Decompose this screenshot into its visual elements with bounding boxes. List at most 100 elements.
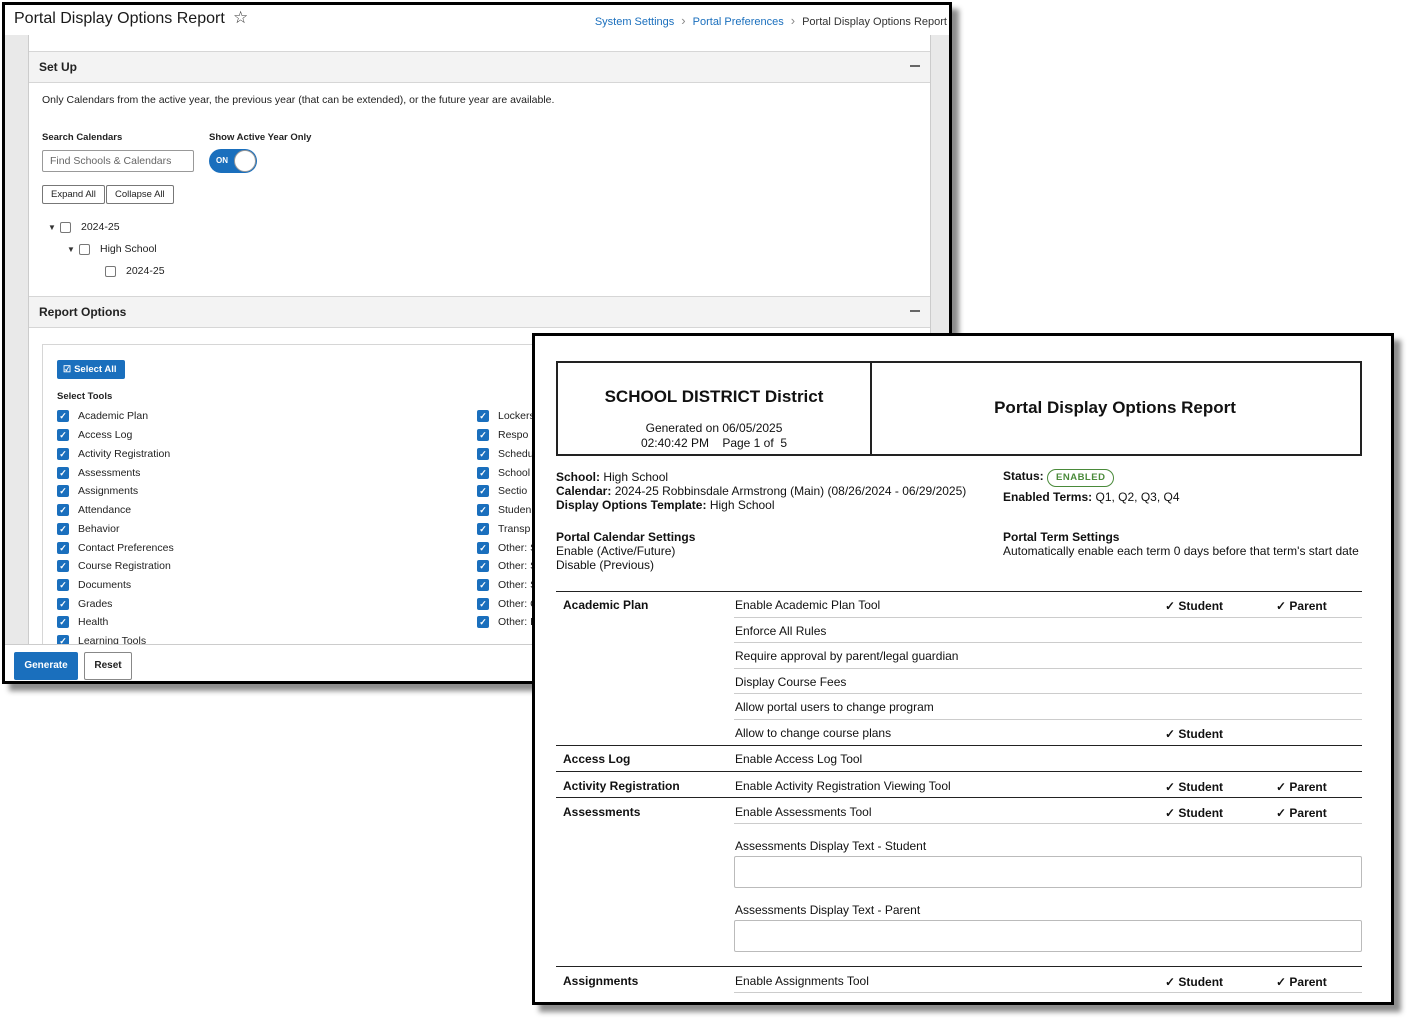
checked-checkbox-icon[interactable]: ✓	[57, 523, 69, 535]
search-calendars-input[interactable]: Find Schools & Calendars	[42, 150, 194, 172]
tool-option[interactable]: ✓ Behavior	[57, 523, 119, 535]
template-info: Display Options Template: High School	[556, 498, 775, 512]
calendar-settings-title: Portal Calendar Settings	[556, 530, 696, 544]
generate-button[interactable]: Generate	[14, 652, 78, 680]
student-check: ✓ Student	[1165, 727, 1224, 741]
checked-checkbox-icon[interactable]: ✓	[477, 485, 489, 497]
checked-checkbox-icon[interactable]: ✓	[477, 504, 489, 516]
active-year-toggle[interactable]: ON	[209, 149, 257, 173]
term-settings-title: Portal Term Settings	[1003, 530, 1120, 544]
checked-checkbox-icon[interactable]: ✓	[57, 598, 69, 610]
caret-down-icon[interactable]: ▼	[67, 245, 79, 254]
caret-down-icon[interactable]: ▼	[48, 223, 60, 232]
expand-all-button[interactable]: Expand All	[42, 185, 105, 204]
checked-checkbox-icon[interactable]: ✓	[477, 542, 489, 554]
checked-checkbox-icon[interactable]: ✓	[57, 560, 69, 572]
tool-option[interactable]: ✓ Respo	[477, 429, 528, 441]
section-divider	[556, 771, 1362, 772]
report-header: SCHOOL DISTRICT District Generated on 06…	[556, 361, 1362, 456]
checked-checkbox-icon[interactable]: ✓	[57, 616, 69, 628]
select-tools-label: Select Tools	[57, 391, 113, 402]
checked-checkbox-icon[interactable]: ✓	[57, 504, 69, 516]
checked-checkbox-icon[interactable]: ✓	[477, 579, 489, 591]
checked-checkbox-icon[interactable]: ✓	[477, 560, 489, 572]
tool-option[interactable]: ✓ Health	[57, 616, 108, 628]
checked-checkbox-icon[interactable]: ✓	[57, 542, 69, 554]
collapse-minus-icon[interactable]	[910, 65, 920, 67]
checked-checkbox-icon[interactable]: ✓	[57, 579, 69, 591]
checked-checkbox-icon[interactable]: ✓	[57, 485, 69, 497]
tool-option[interactable]: ✓ Academic Plan	[57, 410, 148, 422]
checked-checkbox-icon[interactable]: ✓	[57, 448, 69, 460]
favorite-star-icon[interactable]: ☆	[233, 8, 248, 28]
breadcrumb-current: Portal Display Options Report	[802, 16, 947, 28]
checked-checkbox-icon[interactable]: ✓	[477, 523, 489, 535]
tool-option[interactable]: ✓ Documents	[57, 579, 131, 591]
tree-node-school[interactable]: ▼ High School	[67, 243, 157, 255]
option-row: Enforce All Rules	[735, 624, 827, 638]
report-title: Portal Display Options Report	[994, 398, 1236, 417]
tool-option[interactable]: ✓ School	[477, 467, 530, 479]
select-all-button[interactable]: ☑ Select All	[57, 360, 125, 379]
tree-label: High School	[100, 243, 157, 255]
checked-checkbox-icon[interactable]: ✓	[477, 616, 489, 628]
tool-option[interactable]: ✓ Contact Preferences	[57, 542, 174, 554]
tool-option[interactable]: ✓ Other: E	[477, 616, 537, 628]
tool-option[interactable]: ✓ Activity Registration	[57, 448, 170, 460]
district-name: SCHOOL DISTRICT District	[604, 387, 824, 406]
tree-node-year[interactable]: ▼ 2024-25	[48, 221, 120, 233]
tool-option[interactable]: ✓ Other: C	[477, 598, 538, 610]
tool-option[interactable]: ✓ Access Log	[57, 429, 132, 441]
section-divider	[556, 745, 1362, 746]
reset-button[interactable]: Reset	[84, 652, 132, 680]
checked-checkbox-icon[interactable]: ✓	[57, 429, 69, 441]
tool-option[interactable]: ✓ Studen	[477, 504, 531, 516]
tree-checkbox[interactable]	[105, 265, 116, 277]
student-check: ✓ Student	[1165, 599, 1224, 613]
parent-check: ✓ Parent	[1276, 599, 1327, 613]
parent-check: ✓ Parent	[1276, 806, 1327, 820]
checked-checkbox-icon[interactable]: ✓	[477, 410, 489, 422]
tool-option[interactable]: ✓ Other: S	[477, 560, 537, 572]
option-row: Display Course Fees	[735, 675, 847, 689]
tool-option[interactable]: ✓ Grades	[57, 598, 112, 610]
breadcrumb-portal-preferences[interactable]: Portal Preferences	[693, 16, 784, 28]
option-row: Enable Assessments Tool	[735, 805, 872, 819]
tree-checkbox[interactable]	[60, 221, 71, 233]
checked-checkbox-icon[interactable]: ✓	[57, 467, 69, 479]
checked-checkbox-icon[interactable]: ✓	[477, 598, 489, 610]
tool-option[interactable]: ✓ Attendance	[57, 504, 131, 516]
tool-option[interactable]: ✓ Sectio	[477, 485, 527, 497]
setup-section-header[interactable]: Set Up	[29, 51, 930, 83]
checked-checkbox-icon[interactable]: ✓	[477, 467, 489, 479]
tool-name: Academic Plan	[563, 598, 649, 612]
tool-option[interactable]: ✓ Schedu	[477, 448, 534, 460]
tree-checkbox[interactable]	[79, 243, 90, 255]
setup-note: Only Calendars from the active year, the…	[42, 94, 555, 106]
school-info: School: High School	[556, 470, 669, 484]
tool-option[interactable]: ✓ Assignments	[57, 485, 138, 497]
checked-checkbox-icon[interactable]: ✓	[57, 410, 69, 422]
tool-option[interactable]: ✓ Lockers	[477, 410, 535, 422]
option-row: Enable Activity Registration Viewing Too…	[735, 779, 951, 793]
tool-option[interactable]: ✓ Assessments	[57, 467, 140, 479]
collapse-all-button[interactable]: Collapse All	[106, 185, 174, 204]
chevron-right-icon: ›	[790, 13, 796, 28]
checked-checkbox-icon[interactable]: ✓	[477, 448, 489, 460]
calendar-info: Calendar: 2024-25 Robbinsdale Armstrong …	[556, 484, 967, 498]
tool-option[interactable]: ✓ Transp	[477, 523, 530, 535]
tree-label: 2024-25	[126, 265, 165, 277]
report-options-section-header[interactable]: Report Options	[29, 296, 930, 328]
tool-option[interactable]: ✓ Other: S	[477, 542, 537, 554]
tool-option[interactable]: ✓ Other: S	[477, 579, 537, 591]
breadcrumb-system-settings[interactable]: System Settings	[595, 16, 674, 28]
checked-checkbox-icon[interactable]: ✓	[477, 429, 489, 441]
tree-node-calendar[interactable]: 2024-25	[93, 265, 165, 277]
search-calendars-label: Search Calendars	[42, 132, 123, 143]
chevron-right-icon: ›	[681, 13, 686, 28]
tool-option[interactable]: ✓ Course Registration	[57, 560, 171, 572]
option-row: Allow to change course plans	[735, 726, 892, 740]
option-row: Enable Academic Plan Tool	[735, 598, 881, 612]
collapse-minus-icon[interactable]	[910, 310, 920, 312]
tool-name: Assessments	[563, 805, 641, 819]
